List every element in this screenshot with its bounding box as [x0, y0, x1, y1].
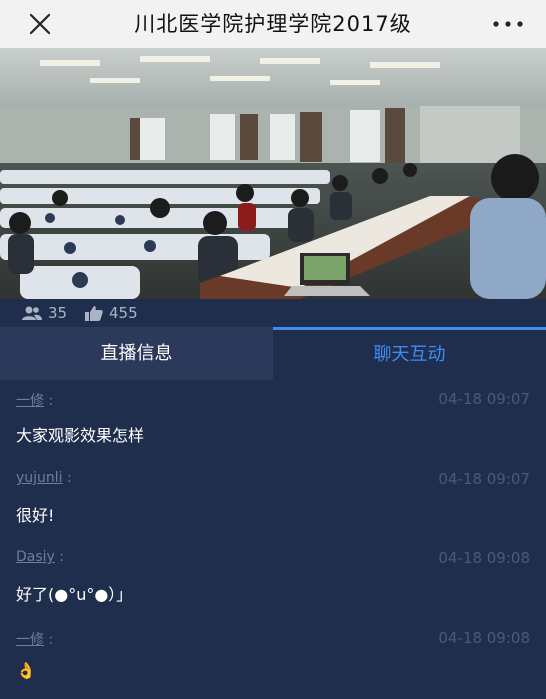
tab-bar: 直播信息 聊天互动 — [0, 327, 546, 380]
chat-text: 好了(●°u°●）」 — [16, 585, 133, 604]
like-count-value: 455 — [109, 304, 138, 322]
chat-timestamp: 04-18 09:07 — [438, 390, 530, 408]
tab-chat[interactable]: 聊天互动 — [273, 327, 546, 380]
close-icon[interactable] — [26, 10, 54, 38]
chat-timestamp: 04-18 09:07 — [438, 470, 530, 488]
chat-timestamp: 04-18 09:08 — [438, 629, 530, 647]
top-bar: 川北医学院护理学院2017级 — [0, 0, 546, 48]
chat-username[interactable]: 一修 — [16, 393, 44, 409]
chat-text: 👌 — [16, 661, 36, 680]
chat-message: 一修 : 04-18 09:08 👌 — [16, 629, 530, 680]
chat-list[interactable]: 一修 : 04-18 09:07 大家观影效果怎样 yujunli : 04-1… — [0, 380, 546, 699]
viewer-count: 35 — [22, 299, 67, 327]
like-count[interactable]: 455 — [85, 299, 138, 327]
stats-bar: 35 455 — [0, 299, 546, 327]
chat-username[interactable]: 一修 — [16, 632, 44, 648]
viewer-count-value: 35 — [48, 304, 68, 322]
chat-message: 一修 : 04-18 09:07 大家观影效果怎样 — [16, 390, 530, 445]
chat-text: 大家观影效果怎样 — [16, 426, 145, 445]
chat-message: yujunli : 04-18 09:07 很好! — [16, 470, 530, 525]
chat-username[interactable]: yujunli — [16, 470, 63, 486]
people-icon — [22, 306, 42, 320]
more-icon[interactable] — [488, 10, 528, 38]
chat-message: Dasiy : 04-18 09:08 好了(●°u°●）」 — [16, 549, 530, 604]
tab-live-info[interactable]: 直播信息 — [0, 327, 273, 380]
chat-username[interactable]: Dasiy — [16, 549, 55, 565]
chat-text: 很好! — [16, 506, 55, 525]
thumbs-up-icon — [85, 306, 103, 321]
chat-timestamp: 04-18 09:08 — [438, 549, 530, 567]
page-title: 川北医学院护理学院2017级 — [134, 12, 412, 36]
live-video-player[interactable] — [0, 48, 546, 299]
